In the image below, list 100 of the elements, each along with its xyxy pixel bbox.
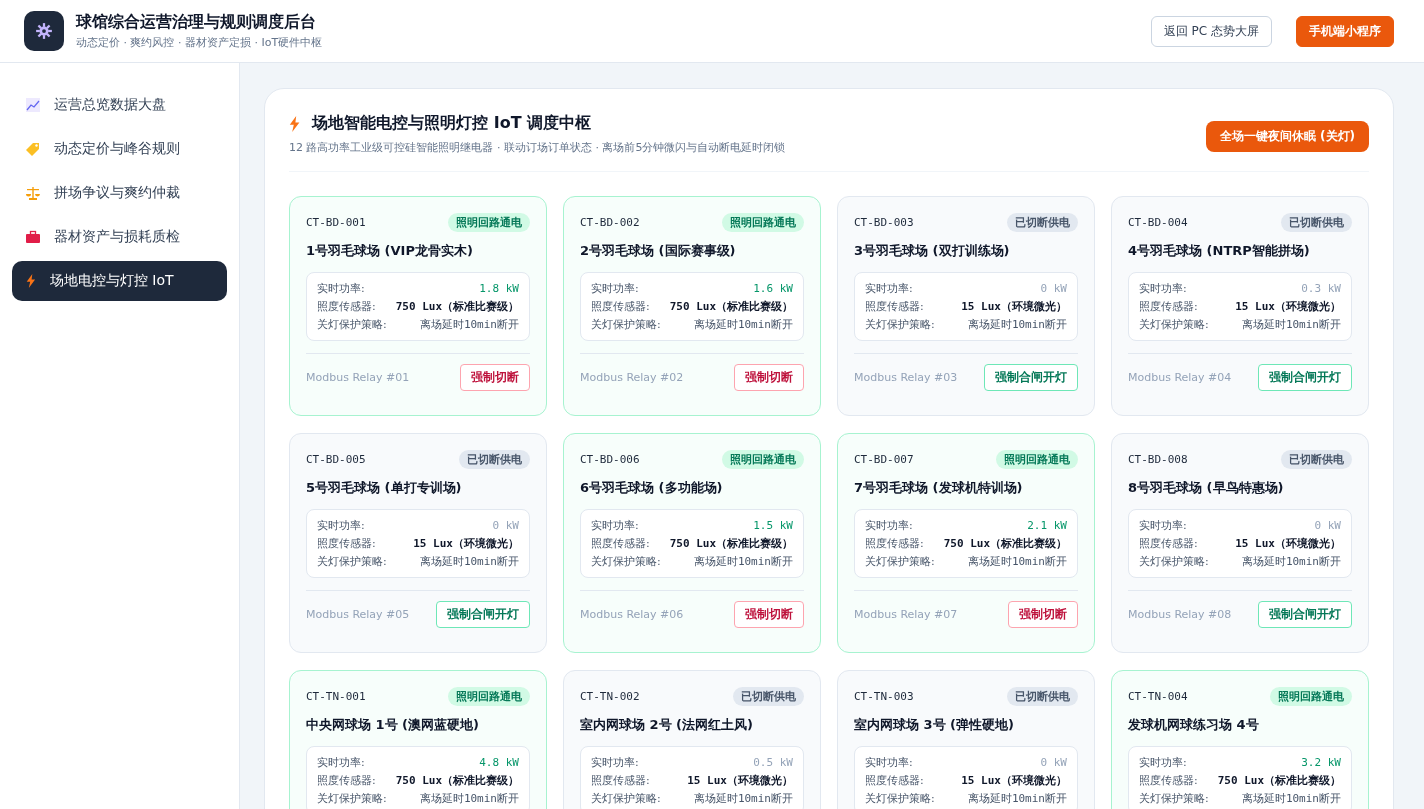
status-badge: 已切断供电 — [459, 450, 530, 469]
power-value: 0 kW — [1040, 756, 1067, 769]
lux-value: 750 Lux（标准比赛级） — [395, 299, 519, 314]
power-on-button[interactable]: 强制合闸开灯 — [984, 364, 1078, 391]
cut-power-button[interactable]: 强制切断 — [1008, 601, 1078, 628]
power-value: 0.3 kW — [1301, 282, 1341, 295]
gear-icon — [35, 22, 53, 40]
policy-label: 关灯保护策略: — [591, 791, 661, 806]
policy-value: 离场延时10min断开 — [419, 317, 519, 332]
power-value: 1.8 kW — [479, 282, 519, 295]
lux-value: 750 Lux（标准比赛级） — [943, 536, 1067, 551]
relay-label: Modbus Relay #02 — [580, 371, 684, 384]
power-on-button[interactable]: 强制合闸开灯 — [1258, 601, 1352, 628]
court-name: 5号羽毛球场 (单打专训场) — [306, 479, 463, 497]
relay-label: Modbus Relay #07 — [854, 608, 958, 621]
policy-value: 离场延时10min断开 — [693, 791, 793, 806]
lux-value: 750 Lux（标准比赛级） — [395, 773, 519, 788]
sidebar-item[interactable]: 场地电控与灯控 IoT — [12, 261, 227, 301]
court-name: 7号羽毛球场 (发球机特训场) — [854, 479, 1024, 497]
court-name: 发球机网球练习场 4号 — [1128, 716, 1260, 734]
lightning-icon — [289, 115, 301, 132]
power-value: 2.1 kW — [1027, 519, 1067, 532]
policy-value: 离场延时10min断开 — [693, 554, 793, 569]
lux-label: 照度传感器: — [317, 299, 376, 314]
app-title: 球馆综合运营治理与规则调度后台 — [76, 12, 317, 33]
sidebar-item[interactable]: 运营总览数据大盘 — [12, 85, 227, 125]
policy-label: 关灯保护策略: — [1139, 791, 1209, 806]
lux-value: 750 Lux（标准比赛级） — [669, 536, 793, 551]
power-on-button[interactable]: 强制合闸开灯 — [1258, 364, 1352, 391]
lux-value: 15 Lux（环境微光） — [961, 299, 1067, 314]
status-badge: 已切断供电 — [1007, 213, 1078, 232]
status-badge: 照明回路通电 — [1270, 687, 1352, 706]
status-badge: 已切断供电 — [1281, 213, 1352, 232]
briefcase-icon — [26, 230, 40, 244]
relay-label: Modbus Relay #04 — [1128, 371, 1232, 384]
policy-value: 离场延时10min断开 — [1241, 317, 1341, 332]
dashboard-button[interactable]: 返回 PC 态势大屏 — [1150, 15, 1272, 47]
relay-label: Modbus Relay #05 — [306, 608, 410, 621]
power-value: 0.5 kW — [753, 756, 793, 769]
policy-label: 关灯保护策略: — [1139, 317, 1209, 332]
policy-value: 离场延时10min断开 — [693, 317, 793, 332]
power-label: 实时功率: — [317, 281, 365, 296]
power-label: 实时功率: — [1139, 518, 1187, 533]
power-value: 1.5 kW — [753, 519, 793, 532]
lux-label: 照度传感器: — [865, 773, 924, 788]
lux-label: 照度传感器: — [865, 536, 924, 551]
cut-power-button[interactable]: 强制切断 — [734, 364, 804, 391]
power-value: 3.2 kW — [1301, 756, 1341, 769]
status-badge: 照明回路通电 — [722, 213, 804, 232]
court-name: 2号羽毛球场 (国际赛事级) — [580, 242, 737, 260]
power-label: 实时功率: — [317, 518, 365, 533]
court-name: 3号羽毛球场 (双打训练场) — [854, 242, 1011, 260]
app-subtitle: 动态定价 · 爽约风控 · 器材资产定损 · IoT硬件中枢 — [76, 35, 324, 50]
policy-label: 关灯保护策略: — [865, 554, 935, 569]
cut-power-button[interactable]: 强制切断 — [460, 364, 530, 391]
court-name: 室内网球场 3号 (弹性硬地) — [854, 716, 1015, 734]
sleep-all-button[interactable]: 全场一键夜间休眠 (关灯) — [1205, 121, 1369, 152]
scale-icon — [26, 186, 40, 200]
sidebar-item[interactable]: 动态定价与峰谷规则 — [12, 129, 227, 169]
power-label: 实时功率: — [865, 518, 913, 533]
lux-label: 照度传感器: — [591, 536, 650, 551]
status-badge: 已切断供电 — [1007, 687, 1078, 706]
panel-subtitle: 12 路高功率工业级可控硅智能照明继电器 · 联动订场订单状态 · 离场前5分钟微闪与自动断电延时闭锁 — [289, 140, 786, 155]
sidebar-item[interactable]: 器材资产与损耗质检 — [12, 217, 227, 257]
policy-label: 关灯保护策略: — [317, 554, 387, 569]
power-label: 实时功率: — [591, 518, 639, 533]
lux-label: 照度传感器: — [317, 773, 376, 788]
lux-label: 照度传感器: — [317, 536, 376, 551]
power-label: 实时功率: — [865, 281, 913, 296]
power-value: 0 kW — [492, 519, 519, 532]
policy-value: 离场延时10min断开 — [419, 791, 519, 806]
relay-label: Modbus Relay #03 — [854, 371, 958, 384]
lux-label: 照度传感器: — [1139, 773, 1198, 788]
lux-value: 750 Lux（标准比赛级） — [669, 299, 793, 314]
cut-power-button[interactable]: 强制切断 — [734, 601, 804, 628]
mini-program-button[interactable]: 手机端小程序 — [1296, 15, 1394, 47]
court-code: CT-BD-001 — [306, 216, 366, 229]
power-value: 0 kW — [1314, 519, 1341, 532]
lux-label: 照度传感器: — [865, 299, 924, 314]
status-badge: 照明回路通电 — [722, 450, 804, 469]
policy-label: 关灯保护策略: — [865, 791, 935, 806]
relay-label: Modbus Relay #01 — [306, 371, 410, 384]
policy-value: 离场延时10min断开 — [1241, 791, 1341, 806]
lux-value: 15 Lux（环境微光） — [1235, 536, 1341, 551]
court-code: CT-BD-006 — [580, 453, 640, 466]
policy-label: 关灯保护策略: — [317, 317, 387, 332]
lux-label: 照度传感器: — [1139, 299, 1198, 314]
court-name: 中央网球场 1号 (澳网蓝硬地) — [306, 716, 480, 734]
power-label: 实时功率: — [591, 281, 639, 296]
policy-value: 离场延时10min断开 — [967, 317, 1067, 332]
sidebar-item[interactable]: 拼场争议与爽约仲裁 — [12, 173, 227, 213]
policy-label: 关灯保护策略: — [865, 317, 935, 332]
lux-value: 750 Lux（标准比赛级） — [1217, 773, 1341, 788]
policy-value: 离场延时10min断开 — [1241, 554, 1341, 569]
court-code: CT-TN-004 — [1128, 690, 1188, 703]
power-value: 1.6 kW — [753, 282, 793, 295]
lux-value: 15 Lux（环境微光） — [961, 773, 1067, 788]
power-on-button[interactable]: 强制合闸开灯 — [436, 601, 530, 628]
power-label: 实时功率: — [317, 755, 365, 770]
lux-label: 照度传感器: — [1139, 536, 1198, 551]
